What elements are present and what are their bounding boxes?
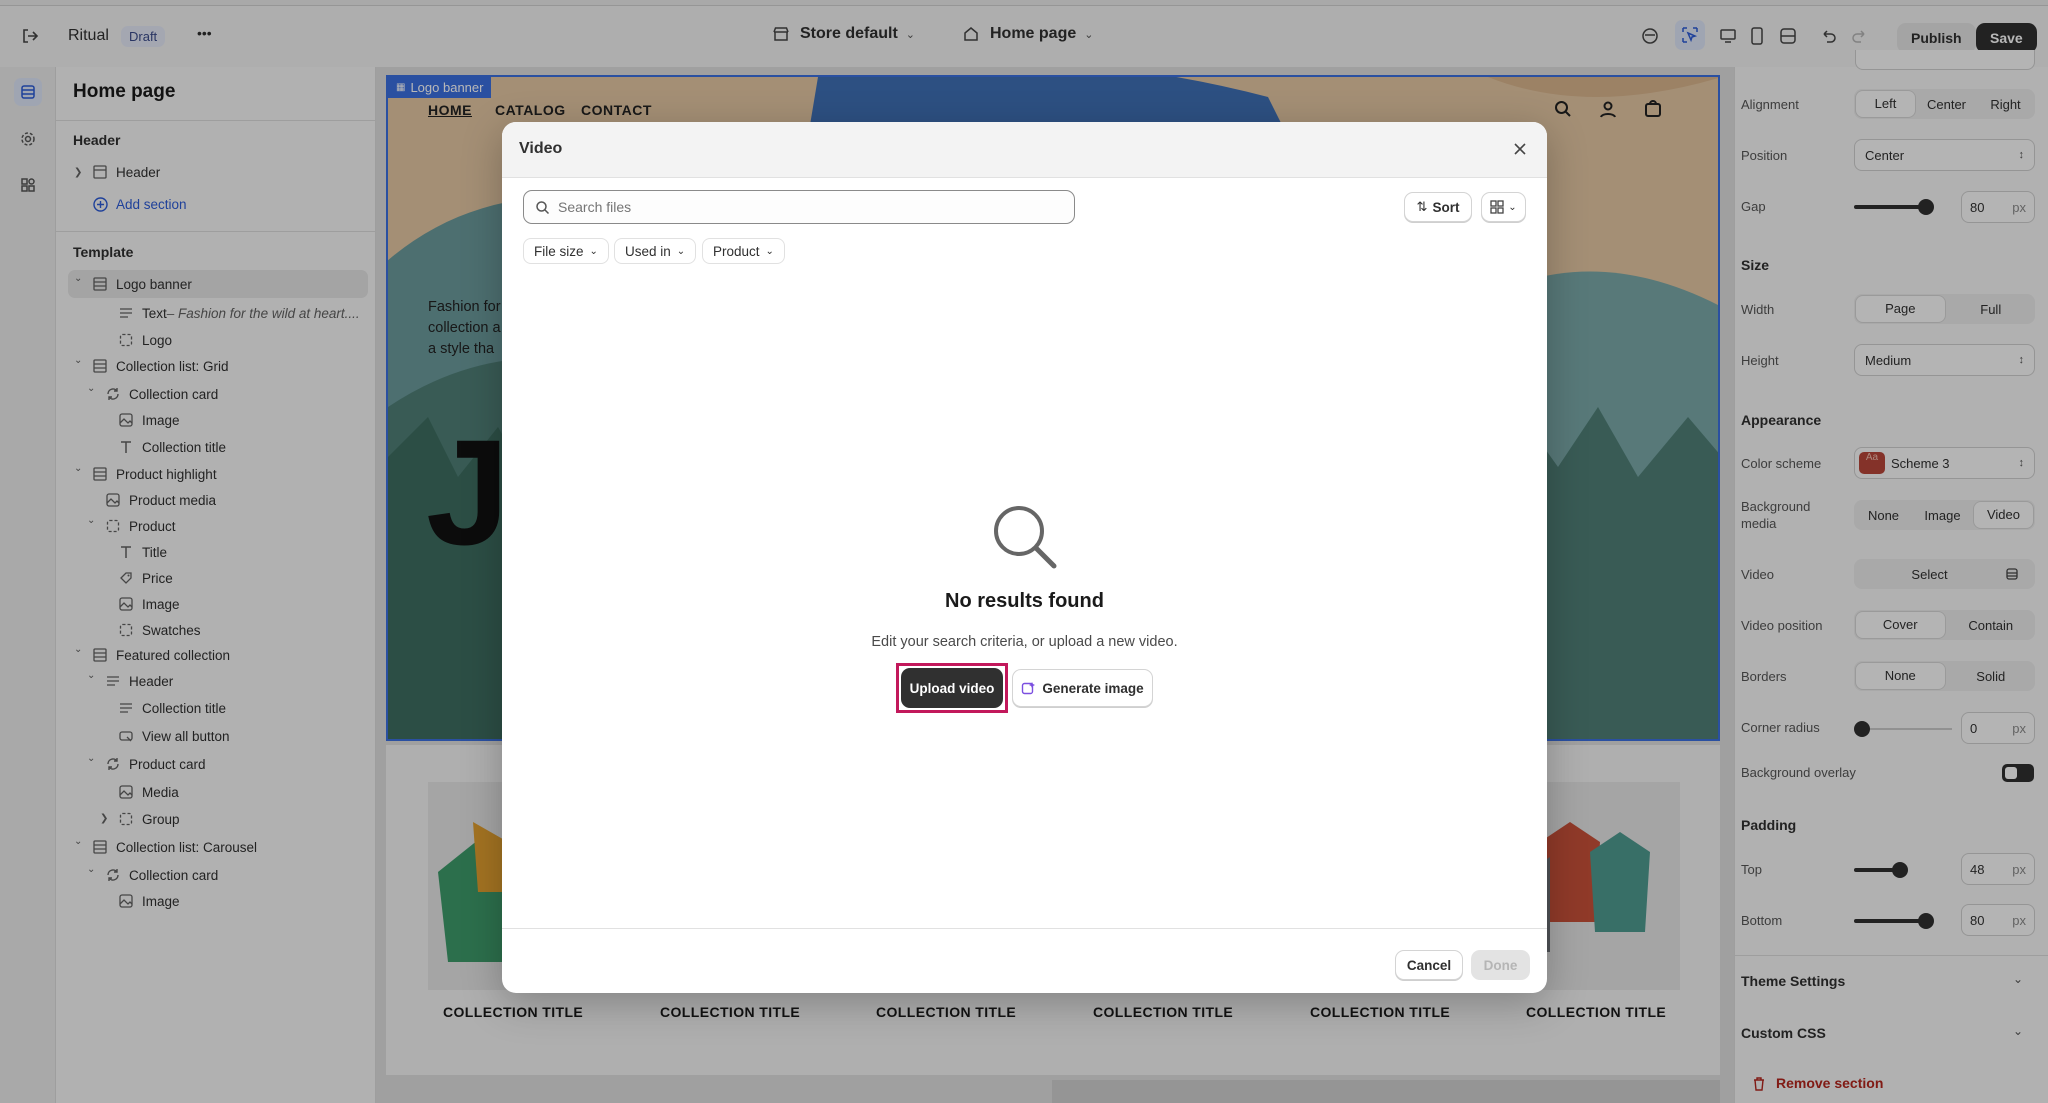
chevron-down-icon: ⌄ (1508, 201, 1517, 213)
search-icon (535, 200, 550, 215)
chevron-down-icon: ⌄ (589, 245, 598, 257)
sparkle-image-icon (1021, 681, 1036, 696)
magnifier-empty-icon (990, 502, 1060, 572)
sort-label: Sort (1432, 199, 1460, 215)
search-input[interactable] (558, 199, 1058, 215)
divider (502, 928, 1547, 929)
chevron-down-icon: ⌄ (765, 245, 774, 257)
view-toggle-button[interactable]: ⌄ (1481, 192, 1526, 222)
filter-label: Used in (625, 243, 671, 259)
filter-file-size[interactable]: File size ⌄ (523, 238, 609, 264)
filter-label: File size (534, 243, 584, 259)
cancel-button[interactable]: Cancel (1395, 950, 1463, 980)
video-picker-modal: Video ⇅ Sort ⌄ File size ⌄ Used in ⌄ Produ… (502, 122, 1547, 993)
generate-image-label: Generate image (1042, 680, 1144, 696)
filter-product[interactable]: Product ⌄ (702, 238, 785, 264)
empty-state-text: Edit your search criteria, or upload a n… (871, 634, 1178, 650)
empty-state-title: No results found (945, 590, 1104, 612)
modal-header: Video (502, 122, 1547, 178)
sort-icon: ⇅ (1416, 199, 1428, 214)
filter-used-in[interactable]: Used in ⌄ (614, 238, 697, 264)
generate-image-button[interactable]: Generate image (1012, 669, 1153, 707)
close-icon[interactable] (1512, 141, 1528, 157)
done-button[interactable]: Done (1471, 950, 1530, 980)
upload-video-button[interactable]: Upload video (901, 668, 1003, 708)
chevron-down-icon: ⌄ (676, 245, 686, 257)
filter-label: Product (713, 243, 760, 259)
grid-view-icon (1490, 200, 1504, 214)
modal-title: Video (519, 140, 563, 157)
search-files-field[interactable] (523, 190, 1075, 224)
sort-button[interactable]: ⇅ Sort (1404, 192, 1472, 222)
